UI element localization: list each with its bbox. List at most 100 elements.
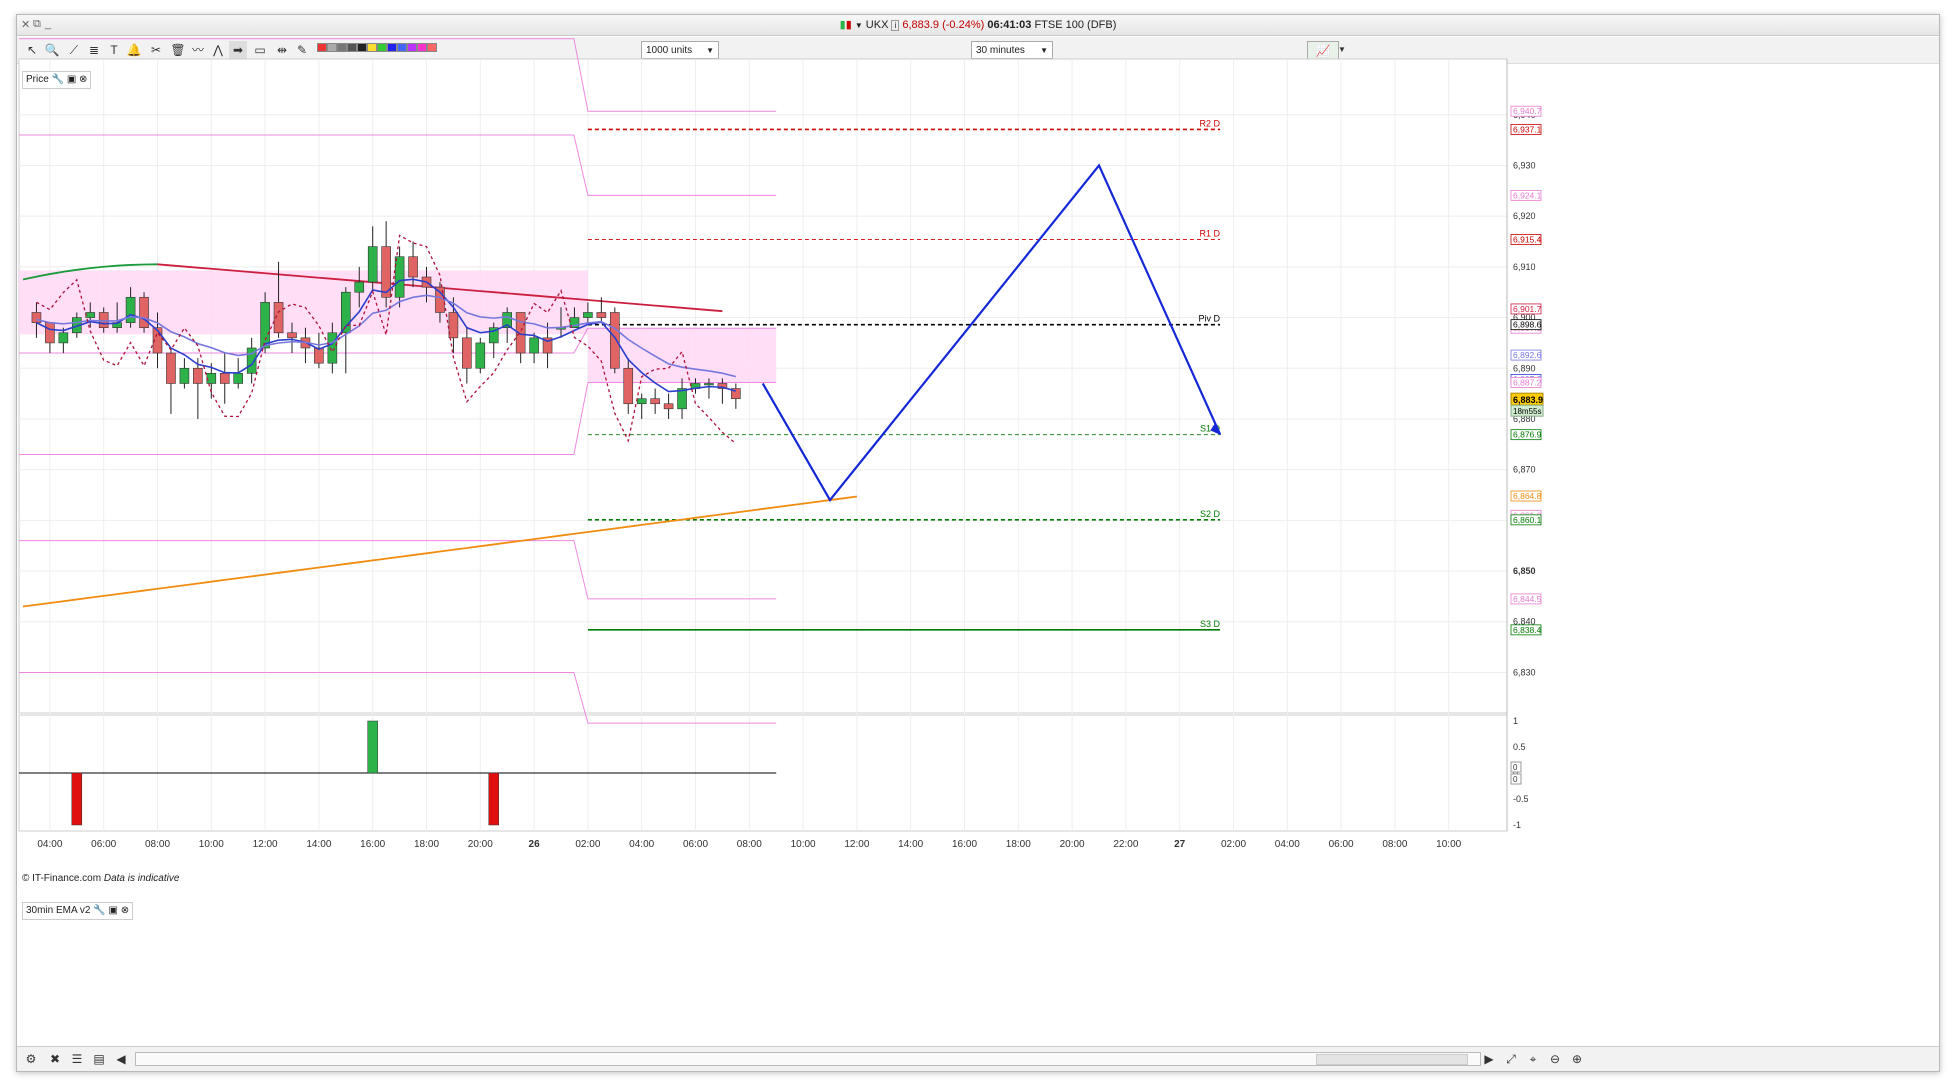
disclaimer-text: Data is indicative bbox=[103, 873, 180, 884]
x-tick-label: 12:00 bbox=[253, 839, 278, 850]
x-tick-label: 22:00 bbox=[1113, 839, 1138, 850]
candle-body bbox=[193, 367, 203, 384]
pivot-level-label: R2 D bbox=[1200, 118, 1221, 128]
scroll-right-icon[interactable]: ▶ bbox=[1481, 1051, 1497, 1067]
time-scrollbar[interactable] bbox=[135, 1052, 1481, 1066]
indicator-panel-label: 30min EMA v2 bbox=[26, 905, 91, 916]
y-tick-label: 6,830 bbox=[1513, 667, 1536, 677]
indicator-value-label: 0 bbox=[1513, 775, 1518, 784]
pivot-level-label: S3 D bbox=[1200, 619, 1221, 629]
x-tick-label: 12:00 bbox=[844, 839, 869, 850]
indicator-bar bbox=[488, 772, 499, 826]
candle-body bbox=[45, 322, 55, 344]
candle-body bbox=[596, 312, 607, 318]
y-tick-label: 6,910 bbox=[1513, 262, 1536, 272]
price-panel-tag: Price 🔧 ▣ ⊗ bbox=[22, 71, 92, 89]
candle-body bbox=[260, 302, 270, 349]
pivot-price-label: 6,860.1 bbox=[1513, 515, 1542, 525]
x-tick-label: 26 bbox=[529, 839, 541, 850]
price-label: 6,901.7 bbox=[1513, 304, 1542, 314]
chart-window: ✕ ⧉ _ ▮▮ ▼ UKX i 6,883.9 (-0.24%) 06:41:… bbox=[16, 14, 1940, 1072]
candle-body bbox=[462, 337, 472, 369]
chart-settings-icon[interactable]: ⚙ bbox=[23, 1051, 39, 1067]
close-panel-icon[interactable]: ⊗ bbox=[79, 74, 87, 85]
indicator-tick-label: -0.5 bbox=[1513, 794, 1529, 804]
candle-body bbox=[623, 367, 634, 405]
y-tick-label: 6,890 bbox=[1513, 363, 1536, 373]
x-tick-label: 02:00 bbox=[575, 839, 600, 850]
autoscale-icon[interactable]: ⤢ bbox=[1503, 1051, 1519, 1067]
candle-body bbox=[650, 398, 660, 405]
candle-body bbox=[233, 373, 243, 384]
price-label: 6,844.5 bbox=[1513, 594, 1542, 604]
x-tick-label: 16:00 bbox=[360, 839, 385, 850]
zoom-in-icon[interactable]: ⊕ bbox=[1569, 1051, 1585, 1067]
indicator-tick-label: -1 bbox=[1513, 820, 1521, 830]
candle-body bbox=[139, 296, 149, 328]
y-tick-label: 6,870 bbox=[1513, 465, 1536, 475]
x-tick-label: 18:00 bbox=[1006, 839, 1031, 850]
list-icon[interactable]: ☰ bbox=[69, 1051, 85, 1067]
pivot-price-label: 6,915.4 bbox=[1513, 234, 1542, 244]
countdown-label: 18m55s bbox=[1513, 407, 1541, 416]
candle-body bbox=[166, 352, 176, 384]
window-icon[interactable]: ▣ bbox=[109, 905, 118, 916]
wrench-icon[interactable]: 🔧 bbox=[52, 74, 64, 85]
x-tick-label: 20:00 bbox=[1060, 839, 1085, 850]
y-tick-label: 6,930 bbox=[1513, 160, 1536, 170]
chart-area[interactable]: 04:00 06:00 08:00 10:00 12:00 14:00 16:00 18:00… bbox=[17, 15, 1939, 1071]
candle-body bbox=[287, 332, 297, 339]
pivot-price-label: 6,898.6 bbox=[1513, 320, 1542, 330]
close-panel-icon[interactable]: ⊗ bbox=[121, 905, 129, 916]
template-icon[interactable]: ▤ bbox=[91, 1051, 107, 1067]
pivot-level-label: Piv D bbox=[1199, 314, 1221, 324]
window-icon[interactable]: ▣ bbox=[67, 74, 76, 85]
candle-body bbox=[636, 398, 647, 405]
x-tick-label: 10:00 bbox=[1436, 839, 1461, 850]
x-tick-label: 18:00 bbox=[414, 839, 439, 850]
x-tick-label: 10:00 bbox=[199, 839, 224, 850]
scroll-thumb[interactable] bbox=[1316, 1054, 1468, 1065]
pivot-level-label: R1 D bbox=[1200, 228, 1221, 238]
wrench-icon[interactable]: 🔧 bbox=[93, 905, 105, 916]
price-label: 6,887.2 bbox=[1513, 377, 1542, 387]
current-price-label: 6,883.9 bbox=[1513, 395, 1543, 405]
y-tick-label: 6,920 bbox=[1513, 211, 1536, 221]
x-tick-label: 08:00 bbox=[737, 839, 762, 850]
y-tick-label: 6,850 bbox=[1513, 566, 1536, 576]
candle-body bbox=[367, 246, 378, 283]
indicator-panel-tag: 30min EMA v2 🔧 ▣ ⊗ bbox=[22, 902, 134, 920]
candle-body bbox=[448, 312, 459, 339]
scroll-left-icon[interactable]: ◀ bbox=[113, 1051, 129, 1067]
x-tick-label: 04:00 bbox=[1275, 839, 1300, 850]
candle-body bbox=[394, 256, 405, 298]
copyright-text: © IT-Finance.com bbox=[22, 873, 102, 884]
x-tick-label: 10:00 bbox=[791, 839, 816, 850]
x-tick-label: 27 bbox=[1174, 839, 1186, 850]
zoom-out-icon[interactable]: ⊖ bbox=[1547, 1051, 1563, 1067]
candle-body bbox=[125, 296, 136, 323]
candle-body bbox=[529, 337, 539, 354]
x-tick-label: 02:00 bbox=[1221, 839, 1246, 850]
indicator-tick-label: 0.5 bbox=[1513, 742, 1526, 752]
price-label: 6,864.8 bbox=[1513, 491, 1542, 501]
x-tick-label: 08:00 bbox=[1382, 839, 1407, 850]
candle-body bbox=[179, 367, 190, 384]
x-tick-label: 08:00 bbox=[145, 839, 170, 850]
fit-icon[interactable]: ⌖ bbox=[1525, 1051, 1541, 1067]
price-panel-label: Price bbox=[26, 74, 49, 85]
candle-body bbox=[327, 332, 338, 364]
price-label: 6,940.7 bbox=[1513, 106, 1542, 116]
candle-body bbox=[85, 312, 96, 318]
x-tick-label: 04:00 bbox=[629, 839, 654, 850]
indicator-icon[interactable]: ✖ bbox=[47, 1051, 63, 1067]
pivot-price-label: 6,937.1 bbox=[1513, 124, 1542, 134]
x-tick-label: 06:00 bbox=[1329, 839, 1354, 850]
x-tick-label: 20:00 bbox=[468, 839, 493, 850]
candle-body bbox=[314, 347, 324, 364]
price-label: 6,924.1 bbox=[1513, 190, 1542, 200]
candle-body bbox=[475, 342, 486, 369]
pivot-price-label: 6,876.9 bbox=[1513, 430, 1542, 440]
candle-body bbox=[408, 256, 418, 278]
candle-body bbox=[704, 383, 714, 386]
